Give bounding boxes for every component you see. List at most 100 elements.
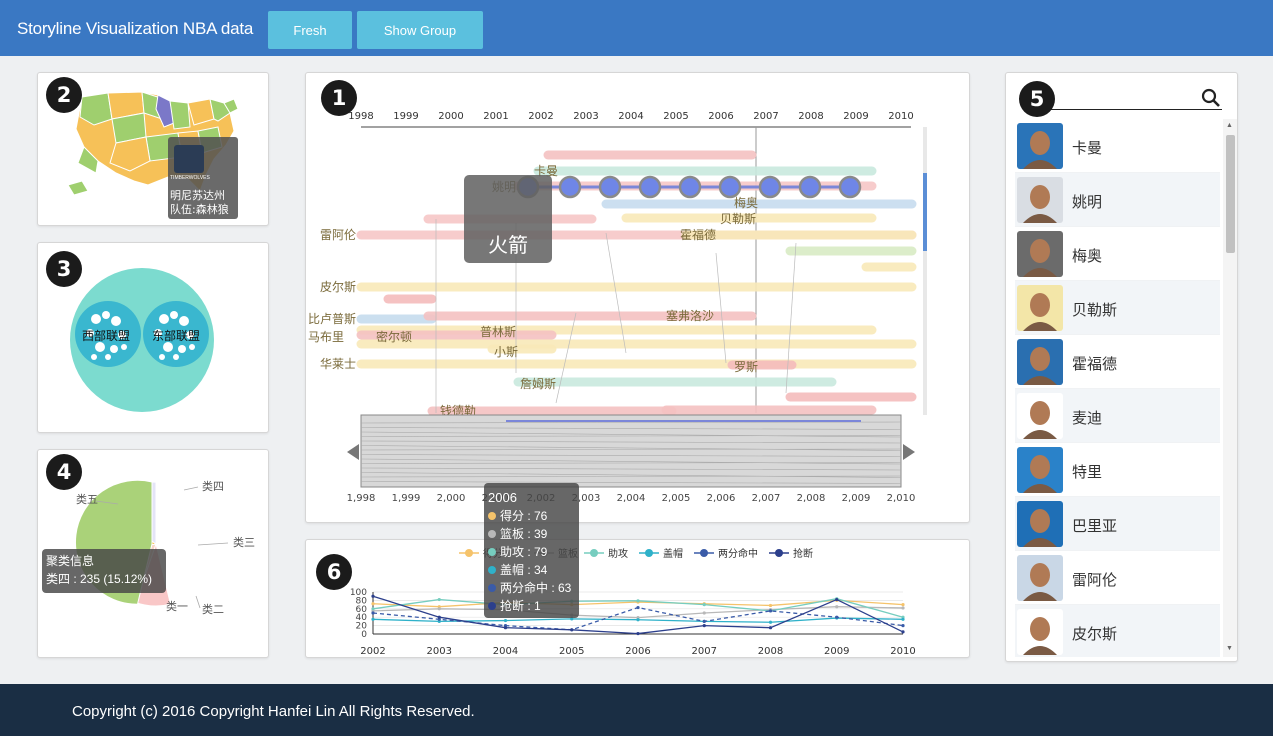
player-list-item[interactable]: 姚明 (1015, 173, 1220, 227)
stats-data-point (702, 611, 706, 615)
slider-tick-label: 2,000 (437, 493, 466, 504)
stats-x-tick: 2006 (625, 646, 650, 657)
storyline-player-label: 皮尔斯 (320, 279, 356, 294)
stats-data-point (702, 603, 706, 607)
slider-tick-label: 2,006 (707, 493, 736, 504)
storyline-player-label: 密尔顿 (376, 329, 412, 344)
player-name: 麦迪 (1072, 409, 1103, 427)
stats-tooltip-row: 得分 : 76 (488, 507, 575, 525)
show-group-button[interactable]: Show Group (357, 11, 483, 49)
scroll-down-icon[interactable]: ▼ (1226, 645, 1233, 652)
stats-data-point (835, 597, 839, 602)
player-avatar (1017, 285, 1063, 331)
stats-data-point (503, 618, 508, 623)
stats-tooltip: 2006 得分 : 76 篮板 : 39 助攻 : 79 盖帽 : 34 两分命中 : … (484, 483, 579, 618)
player-name: 巴里亚 (1072, 517, 1118, 535)
team-highlight-label: 火箭 (488, 233, 528, 257)
stats-tooltip-dot (488, 566, 496, 574)
badge-6: 6 (316, 554, 352, 590)
pie-slice-label: 类二 (202, 602, 224, 616)
stats-tooltip-dot (488, 512, 496, 520)
slider-tick-label: 2,007 (752, 493, 781, 504)
player-list-item[interactable]: 贝勒斯 (1015, 281, 1220, 335)
slider-tick-label: 2,009 (842, 493, 871, 504)
player-list-item[interactable]: 巴里亚 (1015, 497, 1220, 551)
player-list-scrollbar[interactable]: ▲ ▼ (1223, 119, 1237, 657)
player-list-item[interactable]: 雷阿伦 (1015, 551, 1220, 605)
stats-x-tick: 2007 (692, 646, 717, 657)
storyline-year-label: 2000 (438, 111, 463, 122)
footer: Copyright (c) 2016 Copyright Hanfei Lin … (0, 684, 1273, 736)
stats-data-point (768, 609, 773, 613)
pie-tooltip-title: 聚类信息 (46, 554, 95, 568)
stats-legend-label: 抢断 (793, 547, 813, 560)
storyline-player-label: 普林斯 (480, 325, 516, 339)
stats-legend-marker (700, 549, 708, 557)
map-state-tooltip: TIMBERWOLVES 明尼苏达州 队伍:森林狼 (168, 137, 238, 219)
cluster-pie-panel: 4 类一 类二 类三 类四 类五 聚类信息 类四 : 235 (15.12%) (37, 449, 269, 658)
player-name: 梅奥 (1072, 247, 1103, 265)
storyline-player-label: 罗斯 (734, 360, 758, 374)
stats-data-point (570, 628, 574, 632)
storyline-team-node (718, 175, 742, 199)
storyline-chart[interactable]: 1998 1999 2000 2001 2002 2003 2004 2005 2006 2007… (306, 73, 970, 523)
player-name: 霍福德 (1072, 355, 1118, 373)
storyline-year-label: 1999 (393, 111, 418, 122)
storyline-year-label: 2001 (483, 111, 508, 122)
slider-left-handle-icon[interactable] (347, 444, 359, 460)
team-logo-text: TIMBERWOLVES (170, 175, 210, 181)
storyline-year-label: 2005 (663, 111, 688, 122)
player-list-item[interactable]: 卡曼 (1015, 119, 1220, 173)
storyline-team-node (598, 175, 622, 199)
stats-data-point (636, 631, 640, 636)
player-search-input[interactable] (1026, 86, 1222, 110)
player-list-item[interactable]: 麦迪 (1015, 389, 1220, 443)
storyline-year-label: 2004 (618, 111, 643, 122)
stats-tooltip-row: 助攻 : 79 (488, 543, 575, 561)
stats-panel: 6 得分篮板助攻盖帽两分命中抢断020406080100200220032004… (305, 539, 970, 658)
slider-tick-label: 2,008 (797, 493, 826, 504)
stats-legend-label: 助攻 (608, 547, 628, 560)
storyline-team-node (678, 175, 702, 199)
player-list-item[interactable]: 特里 (1015, 443, 1220, 497)
stats-data-point (437, 597, 441, 602)
stats-tooltip-value: 抢断 : 1 (500, 599, 541, 613)
stats-x-tick: 2005 (559, 646, 584, 657)
pie-leader-line (195, 595, 201, 609)
storyline-year-label: 2008 (798, 111, 823, 122)
player-list-item[interactable]: 皮尔斯 (1015, 605, 1220, 657)
stats-data-point (371, 617, 375, 621)
player-portrait-icon (1023, 509, 1057, 547)
storyline-thread (785, 242, 797, 394)
storyline-year-label: 2002 (528, 111, 553, 122)
scrollbar-thumb[interactable] (1226, 135, 1235, 253)
slider-tick-label: 2,004 (617, 493, 646, 504)
stats-line-chart[interactable]: 得分篮板助攻盖帽两分命中抢断02040608010020022003200420… (306, 540, 970, 658)
pie-leader-line (197, 542, 229, 546)
team-highlight-tooltip: 火箭 (464, 175, 552, 263)
player-list-item[interactable]: 霍福德 (1015, 335, 1220, 389)
player-avatar (1017, 555, 1063, 601)
stats-data-point (636, 618, 640, 622)
player-list-item[interactable]: 梅奥 (1015, 227, 1220, 281)
stats-data-point (371, 594, 375, 598)
scroll-up-icon[interactable]: ▲ (1226, 122, 1233, 129)
search-icon[interactable] (1201, 88, 1221, 108)
slider-tick-label: 2,005 (662, 493, 691, 504)
stats-x-tick: 2009 (824, 646, 849, 657)
storyline-player-label: 华莱士 (320, 357, 356, 371)
player-portrait-icon (1023, 293, 1057, 331)
west-conference-label: 西部联盟 (82, 329, 131, 343)
badge-2: 2 (46, 77, 82, 113)
fresh-button[interactable]: Fresh (268, 11, 352, 49)
badge-5: 5 (1019, 81, 1055, 117)
badge-4: 4 (46, 454, 82, 490)
storyline-year-label: 2010 (888, 111, 913, 122)
stats-data-point (835, 605, 839, 609)
storyline-thread (605, 232, 627, 354)
slider-right-handle-icon[interactable] (903, 444, 915, 460)
stats-data-point (503, 626, 508, 630)
pie-tooltip: 聚类信息 类四 : 235 (15.12%) (42, 549, 166, 593)
storyline-scroll-track (923, 127, 927, 415)
player-name: 皮尔斯 (1072, 625, 1118, 643)
